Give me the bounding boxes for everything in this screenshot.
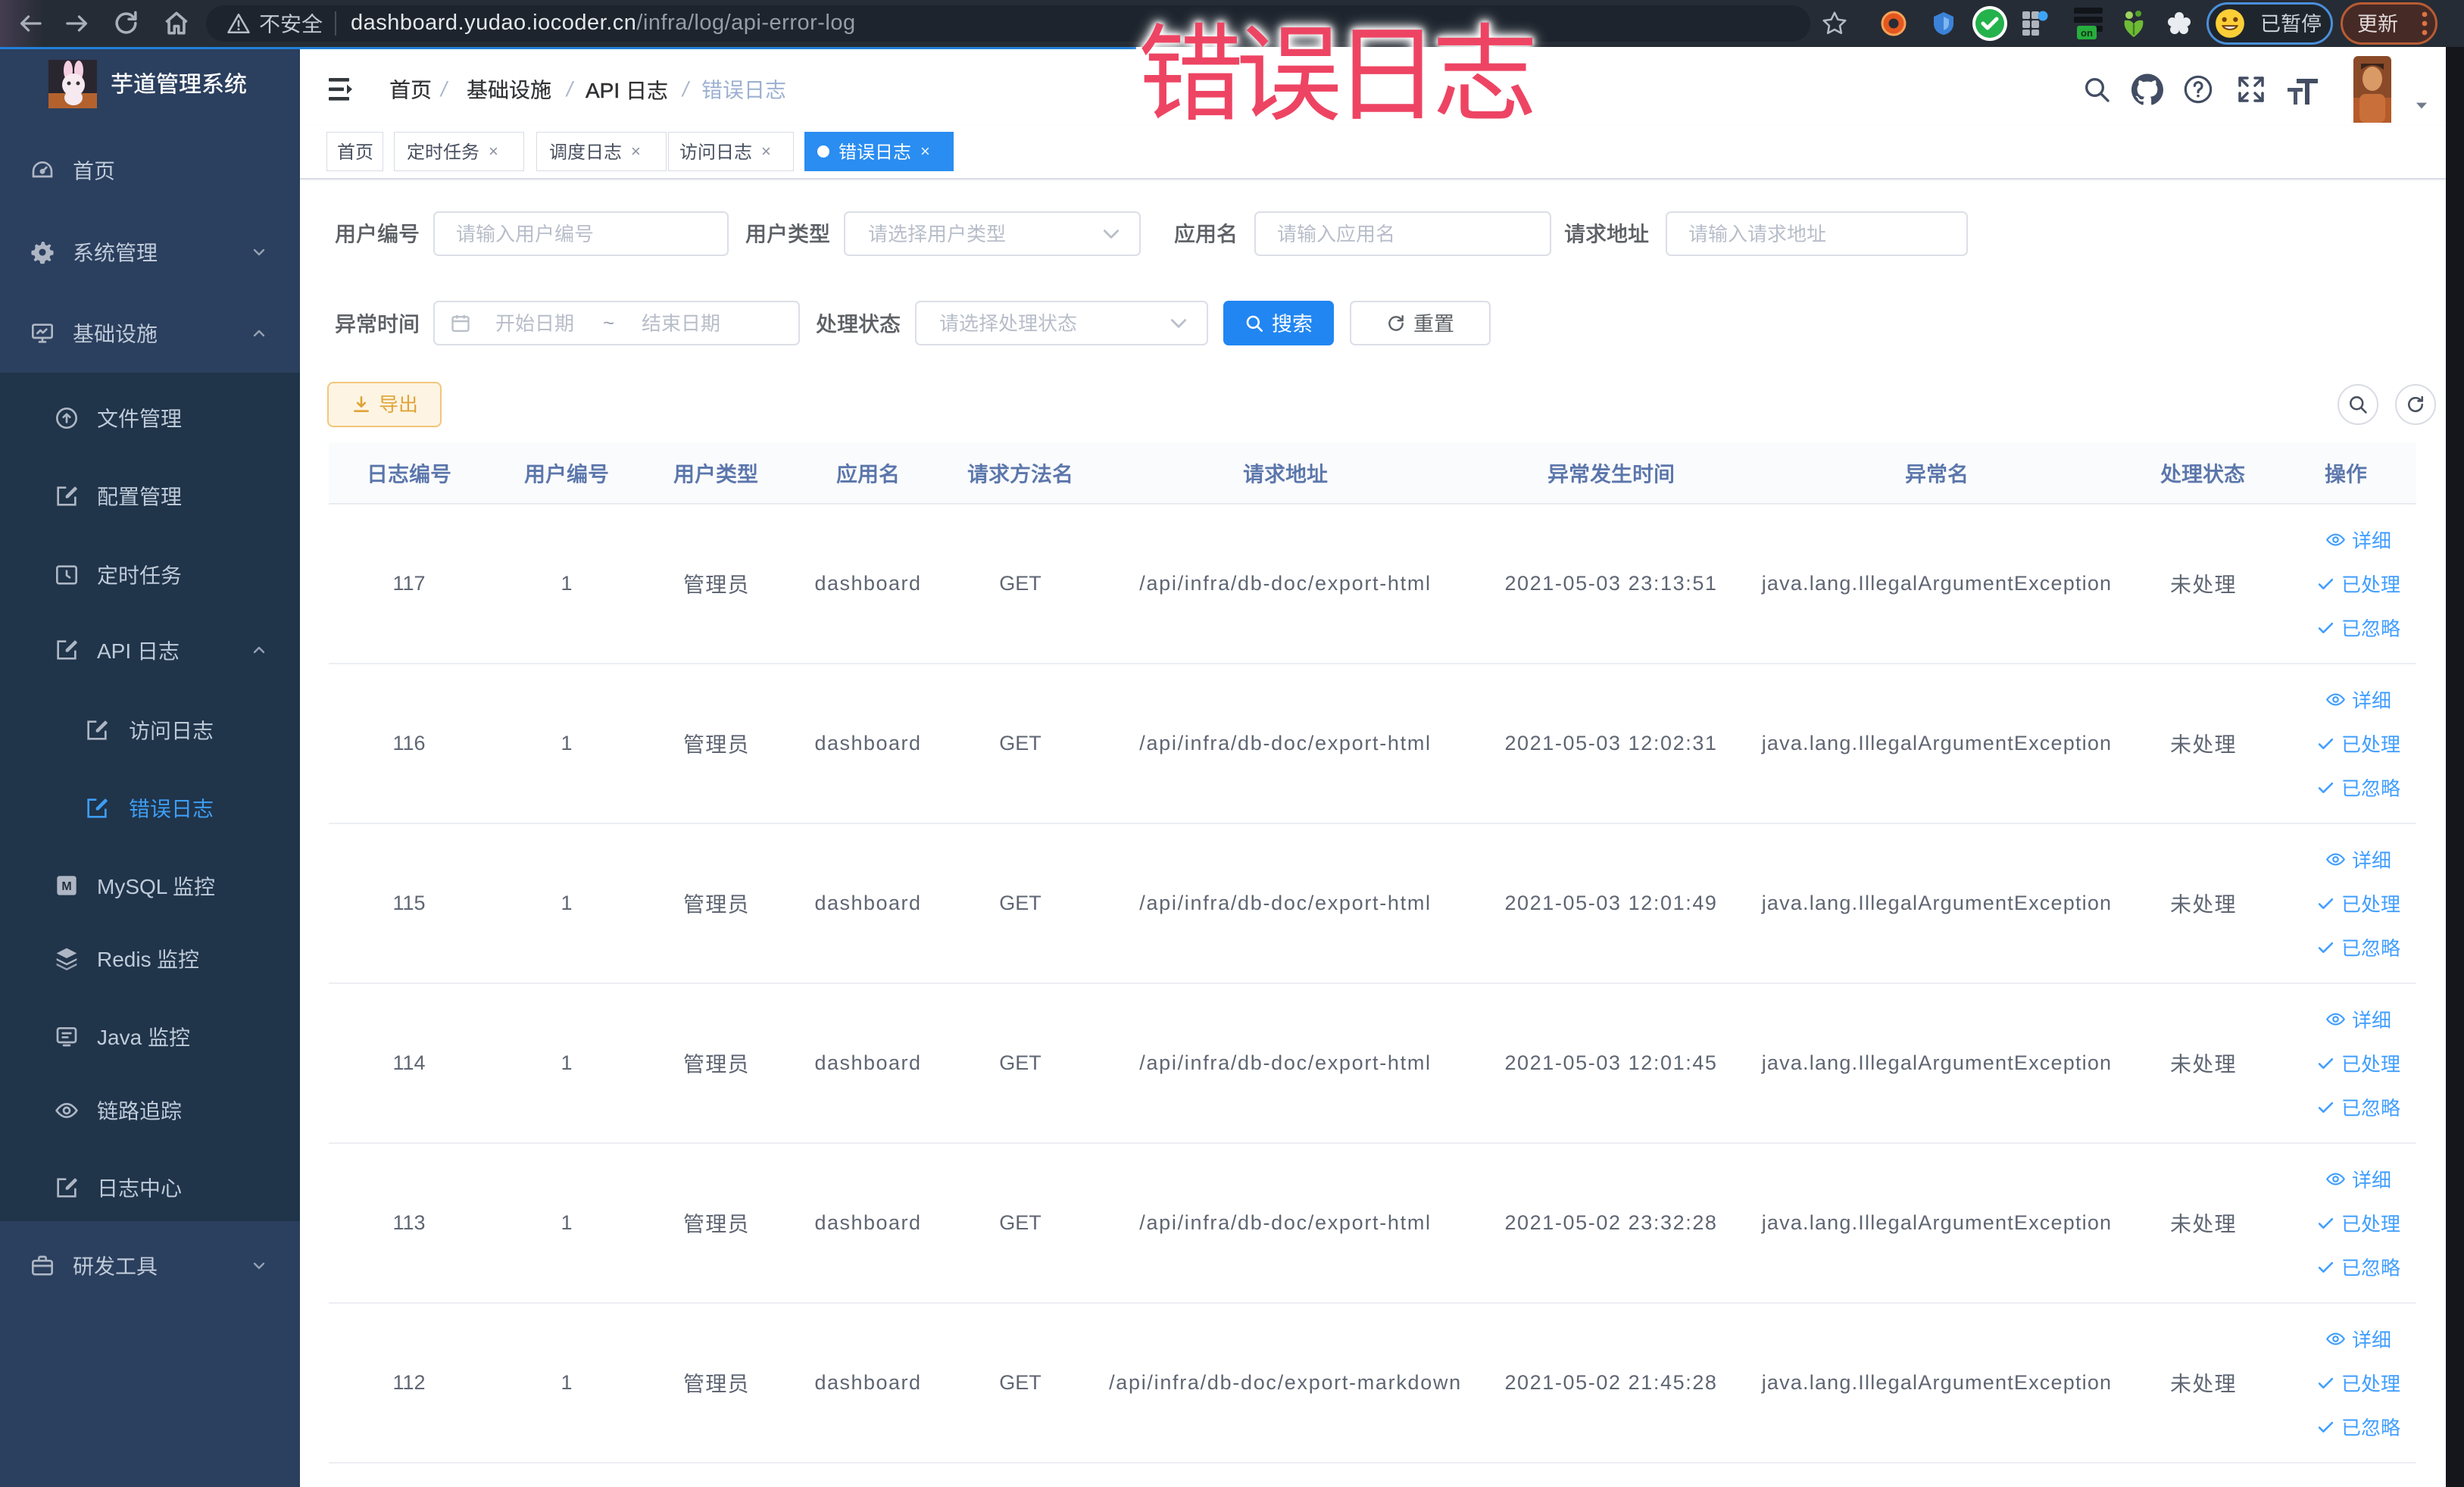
svg-text:on: on	[2081, 27, 2093, 39]
svg-text:M: M	[61, 880, 71, 893]
